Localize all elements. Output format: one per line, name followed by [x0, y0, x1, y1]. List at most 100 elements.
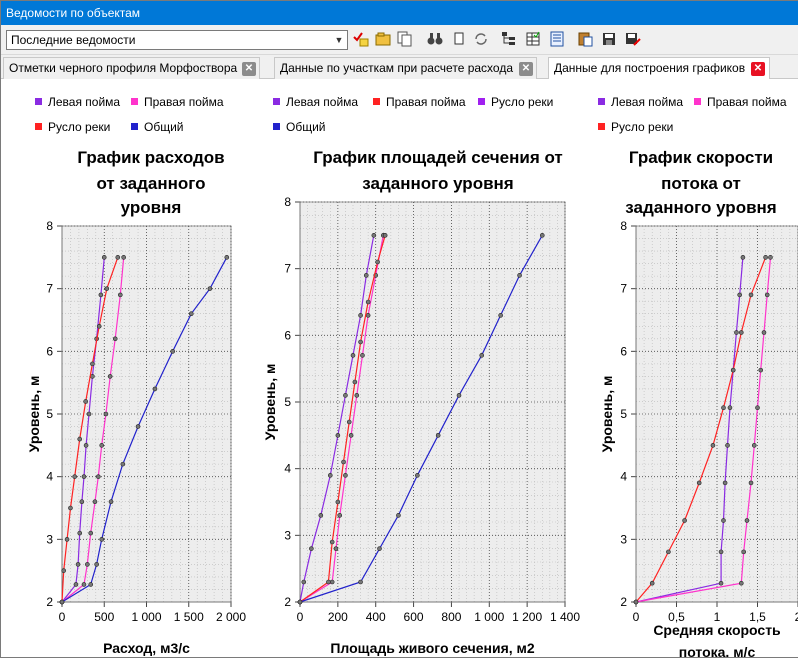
y-tick-label: 5	[284, 395, 291, 409]
chart-title-line: потока от	[661, 174, 741, 193]
data-point	[96, 323, 102, 329]
chart-panel-velocity: Левая пойма Правая пойма Русло реки Граф…	[586, 79, 798, 660]
data-point	[358, 339, 363, 345]
close-icon[interactable]: ✕	[242, 62, 256, 76]
refresh-icon[interactable]	[473, 31, 489, 47]
legend-swatch	[131, 98, 138, 105]
save-as-icon[interactable]	[625, 31, 641, 47]
tab-label: Данные по участкам при расчете расхода	[280, 61, 514, 75]
y-axis-label: Уровень, м	[26, 376, 42, 453]
chart-panel-area: Левая пойма Правая пойма Русло реки Общи…	[261, 79, 586, 657]
legend-label: Левая пойма	[611, 95, 684, 109]
x-tick-label: 500	[94, 610, 114, 624]
x-axis-label: потока, м/с	[679, 644, 756, 657]
x-tick-label: 200	[328, 610, 348, 624]
data-point	[72, 474, 77, 479]
data-point	[99, 443, 105, 448]
copy-icon[interactable]	[397, 31, 413, 47]
data-point	[350, 353, 356, 358]
data-point	[64, 537, 70, 542]
data-point	[81, 474, 87, 479]
report-select[interactable]: Последние ведомости ▼	[6, 30, 348, 50]
data-point	[768, 255, 773, 260]
tab-morphostvor[interactable]: Отметки черного профиля Морфоствора ✕	[3, 57, 260, 79]
data-point	[744, 518, 750, 523]
folder-icon[interactable]	[375, 31, 391, 47]
binoculars-icon[interactable]	[427, 31, 443, 47]
data-point	[348, 433, 354, 438]
legend-swatch	[478, 98, 485, 105]
legend-item: Правая пойма	[694, 95, 787, 109]
legend-item: Левая пойма	[598, 95, 683, 109]
tab-strip: Отметки черного профиля Морфоствора ✕ Да…	[1, 55, 798, 80]
data-point	[382, 233, 388, 238]
app-window: Ведомости по объектам Последние ведомост…	[0, 0, 798, 660]
report-select-value: Последние ведомости	[11, 33, 136, 47]
legend-swatch	[273, 98, 280, 105]
legend-label: Русло реки	[611, 120, 674, 134]
x-axis-label: Средняя скорость	[653, 622, 781, 638]
data-point	[456, 393, 462, 398]
data-point	[335, 499, 341, 505]
data-point	[396, 513, 401, 518]
y-tick-label: 6	[620, 344, 627, 358]
data-point	[696, 480, 702, 486]
data-point	[360, 353, 365, 358]
legend-label: Русло реки	[491, 95, 554, 109]
checkmark-list-icon[interactable]	[353, 31, 369, 47]
paste-icon[interactable]	[577, 31, 593, 47]
data-point	[763, 255, 768, 260]
save-icon[interactable]	[601, 31, 617, 47]
data-point	[318, 513, 324, 518]
legend-item: Правая пойма	[131, 95, 224, 109]
discharge-chart: График расходов от заданного уровня 0 500 1 0…	[26, 148, 246, 656]
data-point	[98, 292, 104, 298]
data-point	[120, 461, 126, 467]
window-title: Ведомости по объектам	[6, 6, 141, 20]
y-tick-label: 3	[46, 532, 53, 546]
legend-label: Общий	[144, 120, 184, 134]
legend-label: Русло реки	[48, 120, 111, 134]
y-tick-label: 3	[620, 532, 627, 546]
tab-graph-data[interactable]: Данные для построения графиков ✕	[548, 57, 770, 80]
x-tick-label: 2 000	[216, 610, 246, 624]
chart-title-line: График площадей сечения от	[313, 148, 563, 167]
data-point	[435, 433, 441, 438]
y-tick-label: 8	[46, 219, 53, 233]
title-bar: Ведомости по объектам	[1, 1, 798, 25]
data-point	[309, 546, 314, 551]
close-icon[interactable]: ✕	[751, 62, 765, 76]
data-point	[363, 273, 369, 278]
document-icon[interactable]	[549, 31, 565, 47]
y-tick-label: 6	[46, 344, 53, 358]
data-point	[341, 459, 346, 465]
data-point	[666, 549, 671, 555]
legend-label: Левая пойма	[48, 95, 121, 109]
legend-item: Левая пойма	[273, 95, 358, 109]
data-point	[326, 579, 331, 585]
data-point	[649, 580, 655, 586]
data-point	[108, 499, 114, 505]
chart-title-line: заданного уровня	[362, 174, 513, 193]
close-icon[interactable]: ✕	[519, 62, 533, 76]
data-point	[224, 255, 230, 260]
data-point	[335, 433, 341, 438]
data-point	[371, 233, 377, 238]
data-point	[73, 582, 79, 587]
data-point	[498, 313, 503, 318]
data-point	[415, 473, 420, 478]
chart-title-line: График скорости	[629, 148, 773, 167]
data-point	[329, 579, 335, 585]
y-tick-label: 2	[46, 595, 53, 609]
table-icon[interactable]	[525, 31, 541, 47]
chevron-down-icon[interactable]: ▼	[331, 31, 347, 49]
tab-section-data[interactable]: Данные по участкам при расчете расхода ✕	[274, 57, 537, 79]
y-tick-label: 6	[284, 328, 291, 342]
data-point	[375, 259, 380, 265]
y-tick-label: 7	[46, 282, 53, 296]
tree-icon[interactable]	[501, 31, 517, 47]
legend-label: Правая пойма	[386, 95, 466, 109]
page-icon[interactable]	[451, 31, 467, 47]
data-point	[748, 292, 754, 298]
legend-label: Правая пойма	[707, 95, 787, 109]
